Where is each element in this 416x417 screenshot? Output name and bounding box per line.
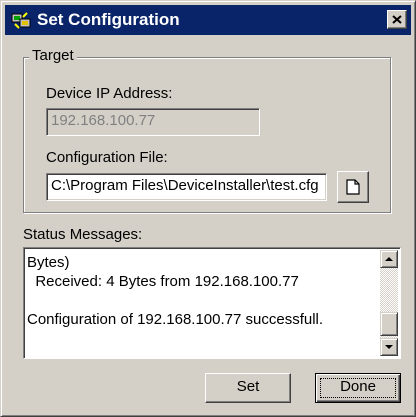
close-icon xyxy=(392,15,402,24)
focus-rectangle xyxy=(320,378,396,398)
scroll-up-button[interactable] xyxy=(380,250,398,268)
arrow-up-icon xyxy=(385,257,393,261)
ip-address-label: Device IP Address: xyxy=(46,85,173,102)
status-line xyxy=(27,291,377,310)
devices-app-icon xyxy=(11,12,31,29)
set-button-label: Set xyxy=(236,378,260,395)
ip-address-field[interactable]: 192.168.100.77 xyxy=(46,108,260,136)
status-line: Configuration of 192.168.100.77 successf… xyxy=(27,311,324,328)
close-button[interactable] xyxy=(387,10,407,29)
scroll-thumb[interactable] xyxy=(380,312,398,336)
set-button[interactable]: Set xyxy=(205,373,291,403)
configuration-file-field[interactable]: C:\Program Files\DeviceInstaller\test.cf… xyxy=(46,173,327,201)
status-line: Bytes) xyxy=(27,254,70,271)
status-messages-list[interactable]: Bytes) Received: 4 Bytes from 192.168.10… xyxy=(23,247,401,359)
target-group-legend: Target xyxy=(29,47,77,65)
status-line: Received: 4 Bytes from 192.168.100.77 xyxy=(27,273,299,290)
window-title: Set Configuration xyxy=(37,10,180,29)
configuration-file-label: Configuration File: xyxy=(46,149,168,166)
status-messages-label: Status Messages: xyxy=(23,226,143,243)
title-bar[interactable]: Set Configuration xyxy=(5,5,411,35)
status-lines: Bytes) Received: 4 Bytes from 192.168.10… xyxy=(27,253,377,329)
arrow-down-icon xyxy=(385,345,393,349)
browse-file-button[interactable] xyxy=(337,171,369,203)
blank-document-icon xyxy=(346,179,360,195)
set-configuration-dialog: Set Configuration Target Device IP Addre… xyxy=(0,0,416,417)
vertical-scrollbar[interactable] xyxy=(380,250,398,356)
scroll-down-button[interactable] xyxy=(380,338,398,356)
done-button[interactable]: Done xyxy=(315,373,401,403)
